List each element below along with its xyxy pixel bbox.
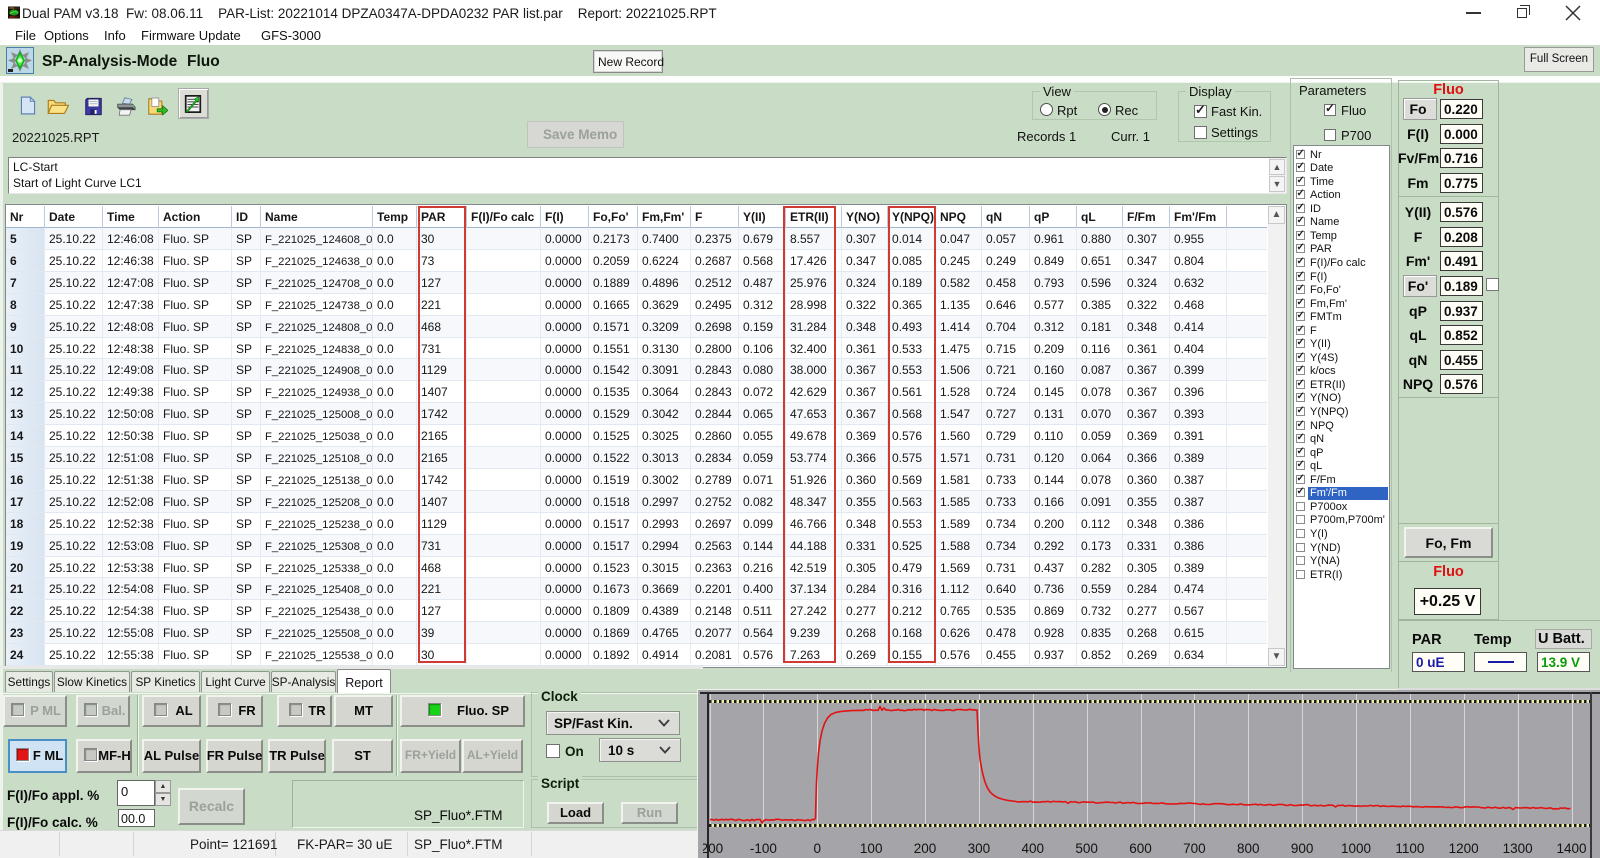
svg-text:Fluo: Fluo bbox=[10, 17, 15, 19]
